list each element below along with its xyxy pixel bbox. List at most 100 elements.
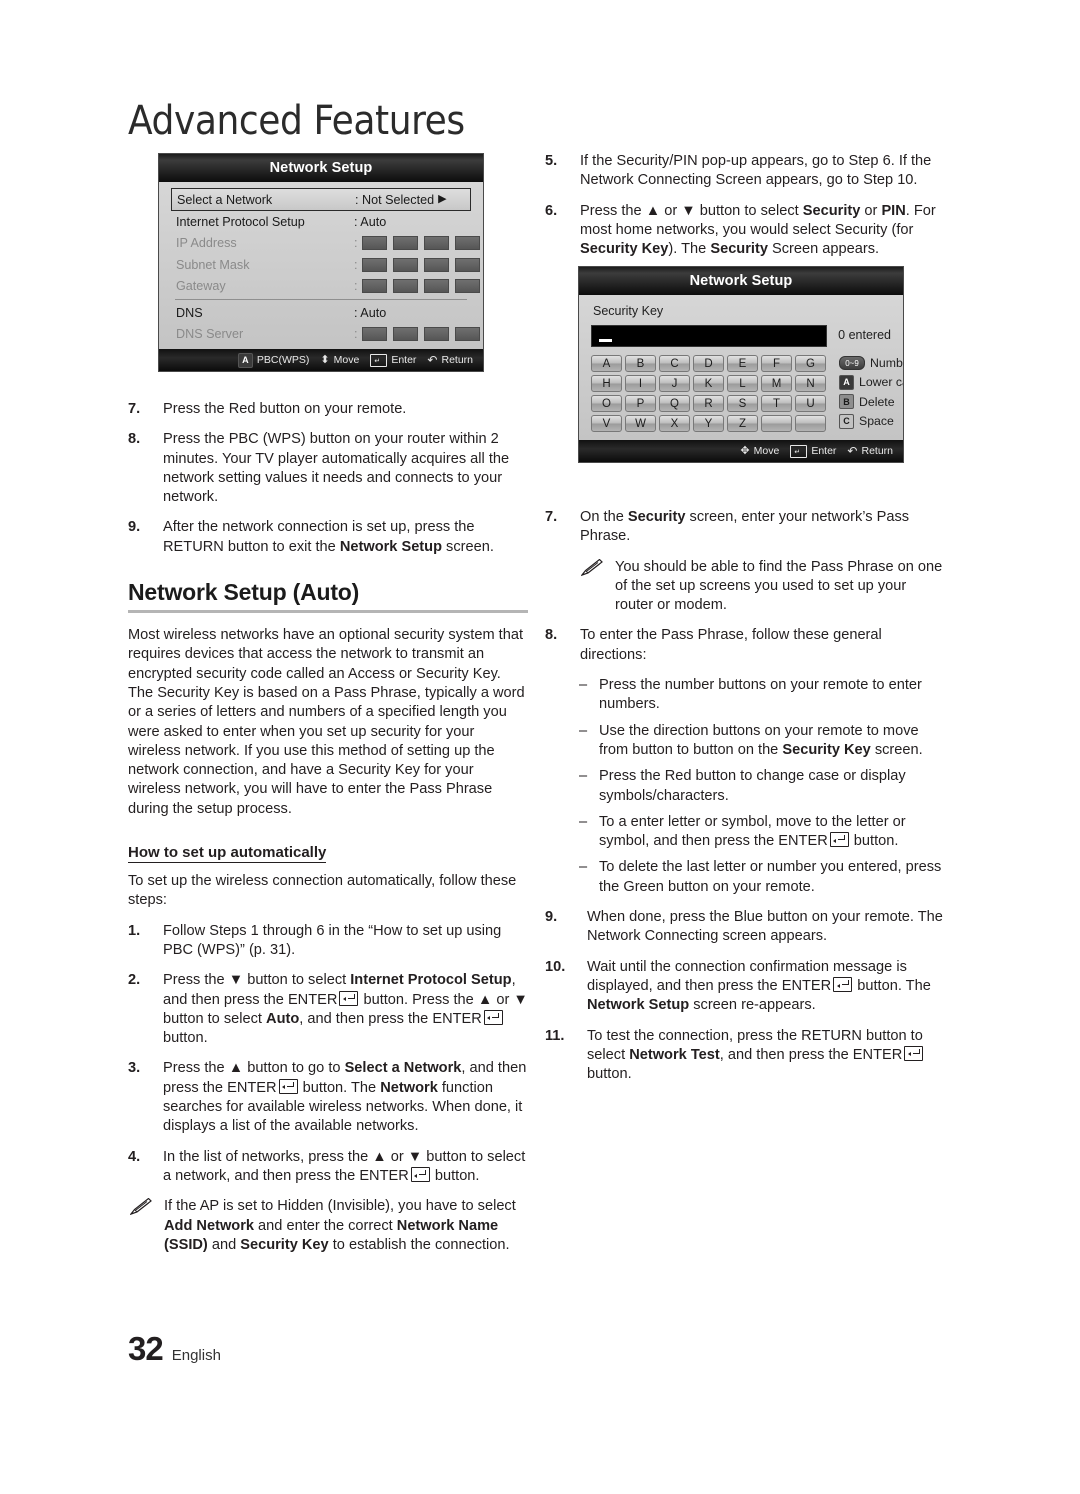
text-caret	[599, 339, 612, 342]
ip-octet-box	[454, 257, 480, 272]
list-item: 3. Press the ▲ button to go to Select a N…	[128, 1059, 528, 1136]
legend-item[interactable]: 0~9 Number	[839, 356, 903, 370]
menu-row-subnet-mask[interactable]: Subnet Mask:	[171, 254, 480, 276]
step-number: 6.	[545, 202, 558, 219]
footer-hint-label: Return	[441, 354, 473, 366]
key-V[interactable]: V	[591, 415, 622, 432]
security-key-input[interactable]	[591, 325, 828, 347]
key-O[interactable]: O	[591, 395, 622, 412]
menu-row-internet-protocol-setup[interactable]: Internet Protocol Setup: Auto	[171, 211, 471, 233]
key-N[interactable]: N	[795, 375, 826, 392]
key-I[interactable]: I	[625, 375, 656, 392]
key-L[interactable]: L	[727, 375, 758, 392]
key-Z[interactable]: Z	[727, 415, 758, 432]
key-K[interactable]: K	[693, 375, 724, 392]
right-column: 5. If the Security/PIN pop-up appears, go…	[545, 152, 945, 270]
enter-key-icon: ↵	[790, 444, 808, 458]
security-key-input-row: 0 entered	[591, 325, 891, 347]
key-E[interactable]: E	[727, 355, 758, 372]
key-M[interactable]: M	[761, 375, 792, 392]
key-Y[interactable]: Y	[693, 415, 724, 432]
document-page: Advanced Features Network Setup Select a…	[0, 0, 1080, 1494]
footer-hint[interactable]: ↵ Enter	[370, 353, 416, 367]
list-item: 7. On the Security screen, enter your ne…	[545, 508, 945, 547]
menu-row-ip-address[interactable]: IP Address:	[171, 233, 480, 255]
list-item: 8. Press the PBC (WPS) button on your rou…	[128, 430, 528, 507]
dash-bullet: –	[579, 768, 588, 785]
list-item: – Use the direction buttons on your remot…	[579, 722, 945, 761]
list-item: – Press the number buttons on your remote…	[579, 676, 945, 715]
ip-octet-box	[423, 327, 449, 342]
step-text: On the Security screen, enter your netwo…	[580, 509, 910, 545]
footer-hint-label: Move	[753, 445, 780, 457]
menu-row-value: : Auto	[354, 214, 387, 229]
key-D[interactable]: D	[693, 355, 724, 372]
ip-octet-box	[392, 279, 418, 294]
key-C[interactable]: C	[659, 355, 690, 372]
menu-row-colon: :	[354, 257, 358, 272]
footer-hint[interactable]: ✥ Move	[740, 445, 779, 457]
footer-hint[interactable]: ↶ Return	[847, 445, 893, 457]
key-X[interactable]: X	[659, 415, 690, 432]
footer-hint-label: Enter	[811, 445, 837, 457]
menu-row-select-a-network[interactable]: Select a Network: Not Selected ▶	[171, 188, 471, 211]
key-blank[interactable]	[795, 415, 826, 432]
tv-screen1-footer: A PBC(WPS) ⬍ Move ↵ Enter ↶ Return	[159, 349, 483, 371]
key-blank[interactable]	[761, 415, 792, 432]
enter-key-icon	[829, 832, 849, 848]
menu-row-value-group: :	[354, 257, 480, 272]
step-number: 9.	[545, 909, 558, 926]
menu-row-dns-server[interactable]: DNS Server:	[171, 324, 480, 346]
key-F[interactable]: F	[761, 355, 792, 372]
key-T[interactable]: T	[761, 395, 792, 412]
menu-row-colon: :	[354, 327, 358, 342]
note-text: You should be able to find the Pass Phra…	[615, 558, 943, 614]
key-U[interactable]: U	[795, 395, 826, 412]
menu-row-dns[interactable]: DNS: Auto	[171, 302, 471, 324]
legend-item[interactable]: A Lower case	[839, 374, 903, 390]
footer-hint[interactable]: ⬍ Move	[320, 354, 359, 366]
legend-label: Lower case	[859, 375, 903, 389]
ip-octet-box	[454, 236, 480, 251]
dash-bullet: –	[579, 859, 588, 876]
key-B[interactable]: B	[625, 355, 656, 372]
list-item: 11. To test the connection, press the RET…	[545, 1027, 945, 1085]
page-language: English	[171, 1347, 221, 1364]
legend-label: Number	[870, 356, 903, 370]
return-arrow-icon: ↶	[427, 353, 438, 367]
footer-hint[interactable]: A PBC(WPS)	[237, 352, 309, 368]
ip-octet-box	[361, 257, 387, 272]
step-text: Press the PBC (WPS) button on your route…	[163, 431, 510, 506]
key-P[interactable]: P	[625, 395, 656, 412]
legend-item[interactable]: B Delete	[839, 394, 903, 409]
enter-key-icon	[904, 1045, 924, 1061]
step-text: Press the ▼ button to select Internet Pr…	[163, 972, 528, 1047]
key-W[interactable]: W	[625, 415, 656, 432]
footer-hint[interactable]: ↵ Enter	[790, 444, 837, 458]
step-number: 9.	[128, 519, 141, 536]
right-column-lower: 7. On the Security screen, enter your ne…	[545, 508, 945, 1095]
menu-row-gateway[interactable]: Gateway:	[171, 276, 480, 298]
key-A[interactable]: A	[591, 355, 622, 372]
enter-key-icon: ↵	[370, 353, 388, 367]
entered-count-label: 0 entered	[838, 328, 891, 342]
ip-octet-box	[423, 236, 449, 251]
legend-item[interactable]: C Space	[839, 413, 903, 429]
tv-screen2-body: Security Key 0 entered ABCDEFGHIJKLMNOPQ…	[579, 295, 903, 440]
enter-key-icon	[410, 1166, 430, 1182]
footer-hint-label: Return	[861, 445, 893, 457]
menu-row-value-group: : Auto	[354, 306, 386, 320]
footer-hint[interactable]: ↶ Return	[427, 354, 473, 366]
onscreen-keyboard: ABCDEFG HIJKLMN OPQRSTU VWXYZ 0~9Number ALow…	[591, 355, 903, 432]
key-R[interactable]: R	[693, 395, 724, 412]
step-text: To test the connection, press the RETURN…	[587, 1027, 924, 1083]
key-J[interactable]: J	[659, 375, 690, 392]
key-G[interactable]: G	[795, 355, 826, 372]
key-Q[interactable]: Q	[659, 395, 690, 412]
key-S[interactable]: S	[727, 395, 758, 412]
menu-row-colon: :	[354, 279, 358, 294]
ip-octet-box	[454, 279, 480, 294]
ip-octet-box	[423, 257, 449, 272]
key-H[interactable]: H	[591, 375, 622, 392]
section-heading: Network Setup (Auto)	[128, 579, 360, 606]
